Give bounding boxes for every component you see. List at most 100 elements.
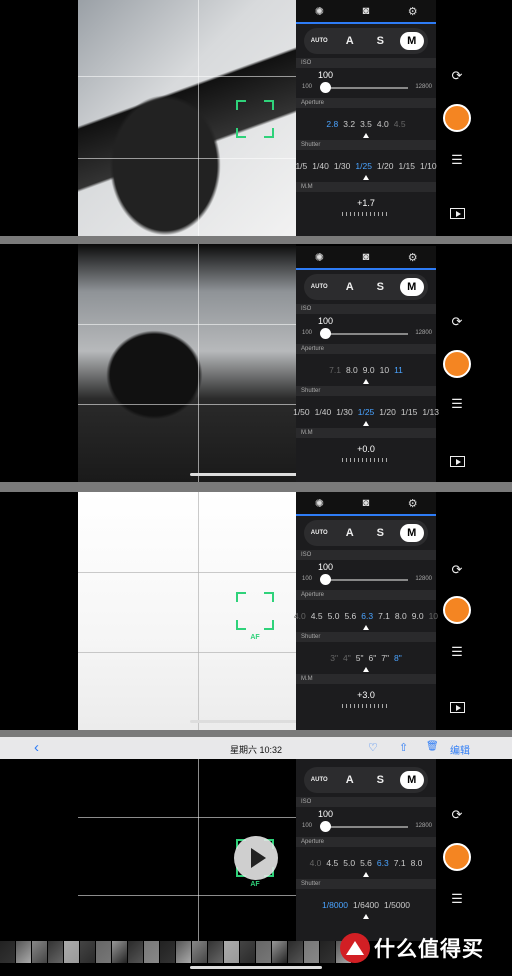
gear-icon[interactable]: ⚙ [398,5,428,18]
iso-slider[interactable]: 100 100 12800 [296,68,436,98]
mode-m[interactable]: M [399,524,424,542]
shutter-value[interactable]: 1/30 [336,407,353,417]
shutter-scale[interactable]: 1/50 1/40 1/30 1/25 1/20 1/15 1/13 [293,396,439,428]
thumbnail[interactable] [160,941,175,963]
iso-knob[interactable] [320,574,331,585]
thumbnail[interactable] [192,941,207,963]
aperture-value[interactable]: 6.3 [361,611,373,621]
shutter-value[interactable]: 1/30 [334,161,351,171]
camera-icon[interactable]: ◙ [351,5,381,17]
aperture-scale[interactable]: 2.8 3.2 3.5 4.0 4.5 [296,108,436,140]
gear-icon[interactable]: ⚙ [398,497,428,510]
aperture-value[interactable]: 6.3 [377,858,389,868]
shutter-value[interactable]: 7" [381,653,389,663]
iso-knob[interactable] [320,328,331,339]
aperture-value[interactable]: 10 [380,365,389,375]
shutter-value[interactable]: 1/20 [377,161,394,171]
thumbnail[interactable] [224,941,239,963]
camera-flip-icon[interactable]: ⟳ [449,562,465,578]
aperture-value[interactable]: 2.8 [326,119,338,129]
shutter-value[interactable]: 1/10 [420,161,437,171]
gallery-play-icon[interactable] [450,456,465,467]
aperture-value[interactable]: 7.1 [394,858,406,868]
aperture-value[interactable]: 8.0 [411,858,423,868]
iso-track[interactable] [322,579,408,581]
heart-icon[interactable]: ♡ [368,741,378,754]
shutter-value[interactable]: 1/40 [312,161,329,171]
thumbnail[interactable] [288,941,303,963]
thumbnail[interactable] [16,941,31,963]
thumbnail[interactable] [240,941,255,963]
aperture-value[interactable]: 5.0 [343,858,355,868]
shutter-value[interactable]: 1/40 [315,407,332,417]
shutter-value[interactable]: 5" [356,653,364,663]
thumbnail[interactable] [80,941,95,963]
thumbnail[interactable] [304,941,319,963]
aperture-value[interactable]: 5.6 [360,858,372,868]
shutter-value[interactable]: 8" [394,653,402,663]
mode-m[interactable]: M [399,32,424,50]
aperture-value[interactable]: 4.5 [326,858,338,868]
aperture-value[interactable]: 8.0 [395,611,407,621]
viewfinder[interactable] [78,244,296,482]
iso-track[interactable] [322,333,408,335]
shutter-button[interactable] [443,104,471,132]
iso-slider[interactable]: 100 100 12800 [296,314,436,344]
aperture-scale[interactable]: 7.1 8.0 9.0 10 11 [296,354,436,386]
aperture-value[interactable]: 5.0 [328,611,340,621]
thumbnail[interactable] [176,941,191,963]
aperture-scale[interactable]: 4.0 4.5 5.0 5.6 6.3 7.1 8.0 9.0 10 [294,600,438,632]
share-icon[interactable]: ⇧ [399,741,408,754]
aperture-icon[interactable]: ✺ [304,497,334,510]
metering-value[interactable]: +0.0 [296,438,436,464]
shutter-value[interactable]: 1/6400 [353,900,379,910]
thumbnail[interactable] [320,941,335,963]
aperture-value[interactable]: 9.0 [363,365,375,375]
aperture-value[interactable]: 4.5 [394,119,406,129]
edit-button[interactable]: 编辑 [450,742,470,757]
mode-a[interactable]: A [339,281,361,293]
mode-s[interactable]: S [369,527,391,539]
aperture-icon[interactable]: ✺ [304,251,334,264]
aperture-value[interactable]: 4.0 [377,119,389,129]
aperture-value[interactable]: 8.0 [346,365,358,375]
thumbnail[interactable] [256,941,271,963]
gear-icon[interactable]: ⚙ [398,251,428,264]
thumbnail[interactable] [0,941,15,963]
thumbnail[interactable] [64,941,79,963]
camera-flip-icon[interactable]: ⟳ [449,314,465,330]
mode-m[interactable]: M [399,278,424,296]
aperture-value[interactable]: 9.0 [412,611,424,621]
camera-flip-icon[interactable]: ⟳ [449,68,465,84]
metering-value[interactable]: +1.7 [296,192,436,218]
shutter-value[interactable]: 1/5 [295,161,307,171]
shutter-value[interactable]: 1/8000 [322,900,348,910]
sliders-icon[interactable]: ☰ [449,644,465,660]
mode-a[interactable]: A [339,35,361,47]
camera-icon[interactable]: ◙ [351,251,381,263]
metering-value[interactable]: +3.0 [296,684,436,710]
shutter-value[interactable]: 1/15 [401,407,418,417]
aperture-value[interactable]: 11 [394,365,403,375]
thumbnail[interactable] [32,941,47,963]
aperture-value[interactable]: 3.5 [360,119,372,129]
iso-track[interactable] [322,87,408,89]
aperture-value[interactable]: 4.0 [310,858,322,868]
mode-s[interactable]: S [369,281,391,293]
mode-a[interactable]: A [339,527,361,539]
aperture-value[interactable]: 4.5 [311,611,323,621]
shutter-value[interactable]: 4" [343,653,351,663]
trash-icon[interactable]: 🗑 [426,741,439,752]
iso-knob[interactable] [320,82,331,93]
af-focus-box[interactable] [236,100,274,138]
shutter-scale[interactable]: 1/5 1/40 1/30 1/25 1/20 1/15 1/10 [295,150,437,182]
thumbnail[interactable] [112,941,127,963]
shutter-scale[interactable]: 3" 4" 5" 6" 7" 8" [296,642,436,674]
shutter-value[interactable]: 6" [369,653,377,663]
shutter-value[interactable]: 1/20 [379,407,396,417]
shutter-value[interactable]: 1/15 [398,161,415,171]
af-focus-box[interactable]: AF [236,592,274,641]
aperture-value[interactable]: 5.6 [344,611,356,621]
gallery-play-icon[interactable] [450,208,465,219]
thumbnail[interactable] [128,941,143,963]
